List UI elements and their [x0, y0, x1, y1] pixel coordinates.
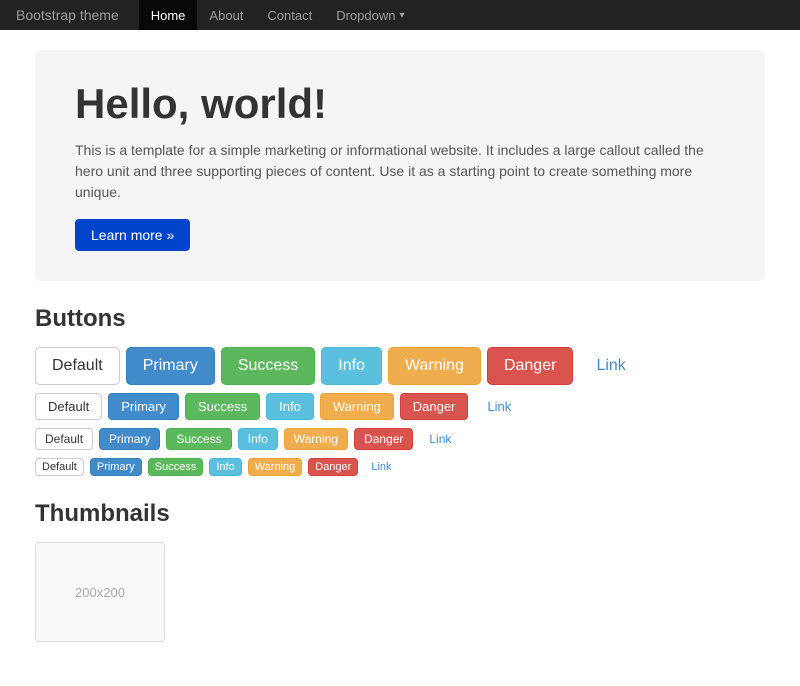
btn-link-xs[interactable]: Link	[364, 458, 398, 476]
navbar-brand[interactable]: Bootstrap theme	[16, 7, 119, 23]
btn-success-sm[interactable]: Success	[166, 428, 231, 450]
button-row-small: Default Primary Success Info Warning Dan…	[35, 428, 765, 450]
nav-item-contact[interactable]: Contact	[255, 0, 324, 30]
button-row-xsmall: Default Primary Success Info Warning Dan…	[35, 458, 765, 476]
thumbnails-section: Thumbnails 200x200	[35, 500, 765, 642]
btn-info-sm[interactable]: Info	[238, 428, 278, 450]
nav-item-dropdown[interactable]: Dropdown ▾	[324, 0, 416, 30]
btn-default-sm[interactable]: Default	[35, 428, 93, 450]
btn-info-lg[interactable]: Info	[321, 347, 382, 385]
thumbnails-section-title: Thumbnails	[35, 500, 765, 528]
btn-danger-sm[interactable]: Danger	[354, 428, 413, 450]
btn-default-lg[interactable]: Default	[35, 347, 120, 385]
btn-default-xs[interactable]: Default	[35, 458, 84, 476]
main-container: Hello, world! This is a template for a s…	[20, 30, 780, 686]
button-row-medium: Default Primary Success Info Warning Dan…	[35, 393, 765, 420]
buttons-section-title: Buttons	[35, 305, 765, 333]
hero-unit: Hello, world! This is a template for a s…	[35, 50, 765, 281]
btn-link-md[interactable]: Link	[474, 393, 524, 420]
thumbnail-label: 200x200	[75, 585, 125, 600]
dropdown-arrow-icon: ▾	[399, 10, 404, 21]
btn-link-lg[interactable]: Link	[579, 347, 642, 385]
learn-more-button[interactable]: Learn more »	[75, 219, 190, 251]
btn-success-xs[interactable]: Success	[148, 458, 204, 476]
btn-danger-md[interactable]: Danger	[400, 393, 469, 420]
dropdown-label: Dropdown	[336, 8, 395, 23]
btn-primary-xs[interactable]: Primary	[90, 458, 142, 476]
btn-warning-sm[interactable]: Warning	[284, 428, 348, 450]
btn-warning-lg[interactable]: Warning	[388, 347, 481, 385]
btn-warning-xs[interactable]: Warning	[248, 458, 303, 476]
navbar: Bootstrap theme Home About Contact Dropd…	[0, 0, 800, 30]
btn-primary-md[interactable]: Primary	[108, 393, 179, 420]
btn-info-md[interactable]: Info	[266, 393, 314, 420]
nav-item-about[interactable]: About	[197, 0, 255, 30]
btn-success-md[interactable]: Success	[185, 393, 260, 420]
hero-description: This is a template for a simple marketin…	[75, 140, 725, 203]
hero-heading: Hello, world!	[75, 80, 725, 128]
btn-link-sm[interactable]: Link	[419, 428, 461, 450]
navbar-nav: Home About Contact Dropdown ▾	[139, 0, 417, 30]
btn-warning-md[interactable]: Warning	[320, 393, 394, 420]
btn-primary-lg[interactable]: Primary	[126, 347, 215, 385]
btn-danger-xs[interactable]: Danger	[308, 458, 358, 476]
btn-success-lg[interactable]: Success	[221, 347, 315, 385]
nav-item-home[interactable]: Home	[139, 0, 198, 30]
btn-danger-lg[interactable]: Danger	[487, 347, 573, 385]
btn-default-md[interactable]: Default	[35, 393, 102, 420]
button-row-large: Default Primary Success Info Warning Dan…	[35, 347, 765, 385]
buttons-section: Buttons Default Primary Success Info War…	[35, 305, 765, 476]
thumbnail-item[interactable]: 200x200	[35, 542, 165, 642]
btn-primary-sm[interactable]: Primary	[99, 428, 160, 450]
btn-info-xs[interactable]: Info	[209, 458, 241, 476]
